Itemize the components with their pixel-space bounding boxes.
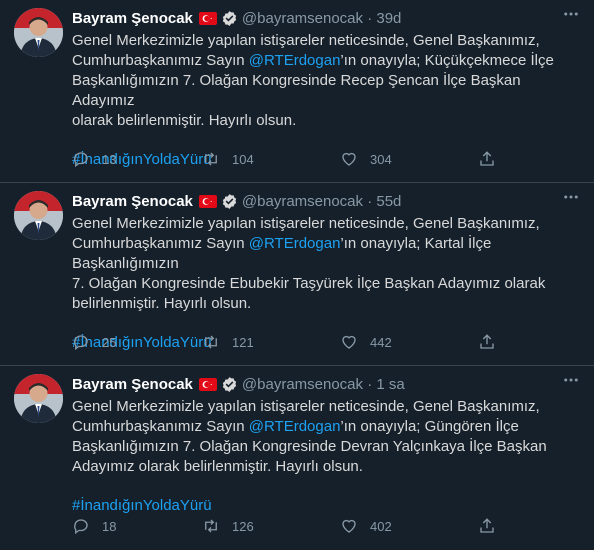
turkey-flag-icon [198,11,217,25]
retweet-button[interactable]: 126 [202,517,254,535]
retweet-button[interactable]: 104 [202,150,254,168]
author-name[interactable]: Bayram Şenocak [72,193,193,210]
retweet-icon [205,519,217,533]
verified-badge-icon [222,10,237,26]
author-handle[interactable]: @bayramsenocak · 55d [242,193,402,210]
tweet-text: Genel Merkezimizle yapılan istişareler n… [72,398,547,475]
like-button[interactable]: 442 [340,333,392,351]
like-button[interactable]: 402 [340,517,392,535]
tweet-timeline: Bayram Şenocak @bayramsenocak · 39d Gene… [0,0,594,549]
like-count: 442 [370,334,392,350]
author-name[interactable]: Bayram Şenocak [72,10,193,27]
share-icon [480,151,494,166]
reply-button[interactable]: 13 [72,150,116,168]
tweet[interactable]: Bayram Şenocak @bayramsenocak · 1 sa Gen… [0,366,594,549]
verified-badge-icon [222,376,237,392]
mention-link[interactable]: @RTErdogan [249,52,341,69]
heart-icon [342,152,356,166]
like-button[interactable]: 304 [340,150,392,168]
retweet-count: 126 [232,518,254,534]
author-name[interactable]: Bayram Şenocak [72,376,193,393]
tweet-time: 1 sa [376,375,405,393]
reply-button[interactable]: 25 [72,333,116,351]
tweet-actions: 18 126 402 [72,517,594,537]
reply-icon [74,519,88,535]
tweet[interactable]: Bayram Şenocak @bayramsenocak · 55d Gene… [0,183,594,366]
avatar[interactable] [14,191,63,240]
turkey-flag-icon [198,377,217,391]
retweet-button[interactable]: 121 [202,333,254,351]
tweet-actions: 13 104 304 [72,150,594,170]
heart-icon [342,519,356,533]
tweet[interactable]: Bayram Şenocak @bayramsenocak · 39d Gene… [0,0,594,183]
retweet-count: 104 [232,151,254,167]
author-handle[interactable]: @bayramsenocak · 39d [242,10,402,27]
author-handle[interactable]: @bayramsenocak · 1 sa [242,376,405,393]
avatar[interactable] [14,374,63,423]
tweet-time: 55d [376,192,402,210]
hashtag-link[interactable]: #İnandığınYoldaYürü [72,496,584,516]
reply-count: 25 [102,334,117,350]
share-button[interactable] [478,150,508,168]
like-count: 304 [370,151,392,167]
turkey-flag-icon [198,194,217,208]
reply-icon [74,335,88,351]
share-button[interactable] [478,517,508,535]
mention-link[interactable]: @RTErdogan [249,418,341,435]
avatar[interactable] [14,8,63,57]
retweet-icon [205,335,217,349]
share-icon [480,334,494,349]
share-button[interactable] [478,333,508,351]
verified-badge-icon [222,193,237,209]
reply-count: 13 [102,151,117,167]
tweet-actions: 25 121 442 [72,333,594,353]
reply-button[interactable]: 18 [72,517,116,535]
more-options-icon[interactable] [562,5,580,28]
retweet-icon [205,152,217,166]
mention-link[interactable]: @RTErdogan [249,235,341,252]
reply-icon [74,152,88,168]
tweet-time: 39d [376,9,402,27]
heart-icon [342,335,356,349]
like-count: 402 [370,518,392,534]
tweet-text: Genel Merkezimizle yapılan istişareler n… [72,215,546,312]
tweet-text: Genel Merkezimizle yapılan istişareler n… [72,32,554,129]
more-options-icon[interactable] [562,188,580,211]
share-icon [480,518,494,533]
retweet-count: 121 [232,334,254,350]
reply-count: 18 [102,518,117,534]
more-options-icon[interactable] [562,371,580,394]
